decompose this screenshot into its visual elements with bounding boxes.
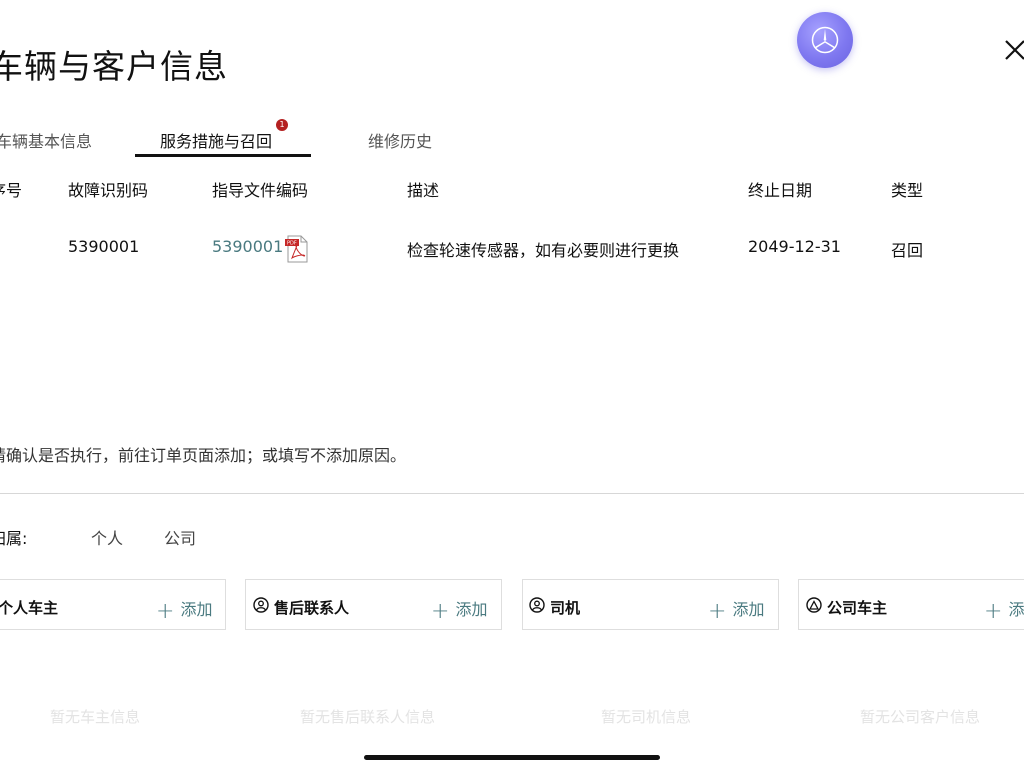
close-icon [1005, 40, 1024, 60]
column-header-type: 类型 [891, 181, 924, 200]
person-icon [529, 597, 545, 613]
tab-service-recall[interactable]: 服务措施与召回 [160, 128, 272, 152]
pdf-icon[interactable]: PDF [285, 234, 309, 264]
home-indicator[interactable] [364, 755, 660, 760]
fault-code-cell: 5390001 [68, 237, 140, 256]
column-header-doc-code: 指导文件编码 [212, 181, 309, 200]
plus-icon: + [984, 599, 1003, 624]
add-company-owner-button[interactable]: + 添加 [984, 596, 1024, 624]
ownership-label: 归属: [0, 529, 28, 548]
end-date-cell: 2049-12-31 [748, 237, 841, 256]
plus-icon: + [708, 599, 727, 624]
column-header-end-date: 终止日期 [748, 181, 813, 200]
card-title-personal-owner: 个人车主 [0, 599, 59, 617]
empty-driver: 暂无司机信息 [601, 708, 692, 726]
company-icon [806, 597, 822, 613]
tab-vehicle-info[interactable]: 车辆基本信息 [0, 128, 92, 152]
divider [0, 493, 1024, 494]
card-title-company-owner: 公司车主 [827, 599, 888, 617]
confirmation-note: 请确认是否执行，前往订单页面添加；或填写不添加原因。 [0, 446, 407, 465]
card-title-driver: 司机 [550, 599, 581, 617]
empty-personal-owner: 暂无车主信息 [50, 708, 141, 726]
ownership-option-company[interactable]: 公司 [164, 525, 196, 549]
floating-assistant-button[interactable] [797, 12, 853, 68]
add-label: 添加 [732, 600, 765, 619]
svg-text:PDF: PDF [287, 241, 297, 247]
column-header-fault-code: 故障识别码 [68, 181, 149, 200]
person-icon [253, 597, 269, 613]
active-tab-indicator [135, 154, 311, 157]
column-header-description: 描述 [407, 181, 440, 200]
star-icon [811, 26, 839, 54]
description-cell: 检查轮速传感器，如有必要则进行更换 [407, 241, 680, 260]
column-header-index: 序号 [0, 181, 23, 200]
tab-repair-history[interactable]: 维修历史 [368, 128, 432, 152]
plus-icon: + [156, 599, 175, 624]
close-button[interactable] [1000, 36, 1024, 64]
type-cell: 召回 [891, 241, 924, 260]
add-label: 添加 [455, 600, 488, 619]
add-service-contact-button[interactable]: + 添加 [431, 596, 487, 624]
add-personal-owner-button[interactable]: + 添加 [156, 596, 212, 624]
add-driver-button[interactable]: + 添加 [708, 596, 764, 624]
add-label: 添加 [1008, 600, 1024, 619]
ownership-option-personal[interactable]: 个人 [91, 525, 123, 549]
empty-company-owner: 暂无公司客户信息 [860, 708, 981, 726]
empty-service-contact: 暂无售后联系人信息 [300, 708, 436, 726]
plus-icon: + [431, 599, 450, 624]
tab-badge: 1 [276, 119, 288, 131]
doc-code-link[interactable]: 5390001 [212, 237, 283, 256]
add-label: 添加 [180, 600, 213, 619]
card-title-service-contact: 售后联系人 [274, 599, 350, 617]
page-title: 车辆与客户信息 [0, 47, 228, 86]
